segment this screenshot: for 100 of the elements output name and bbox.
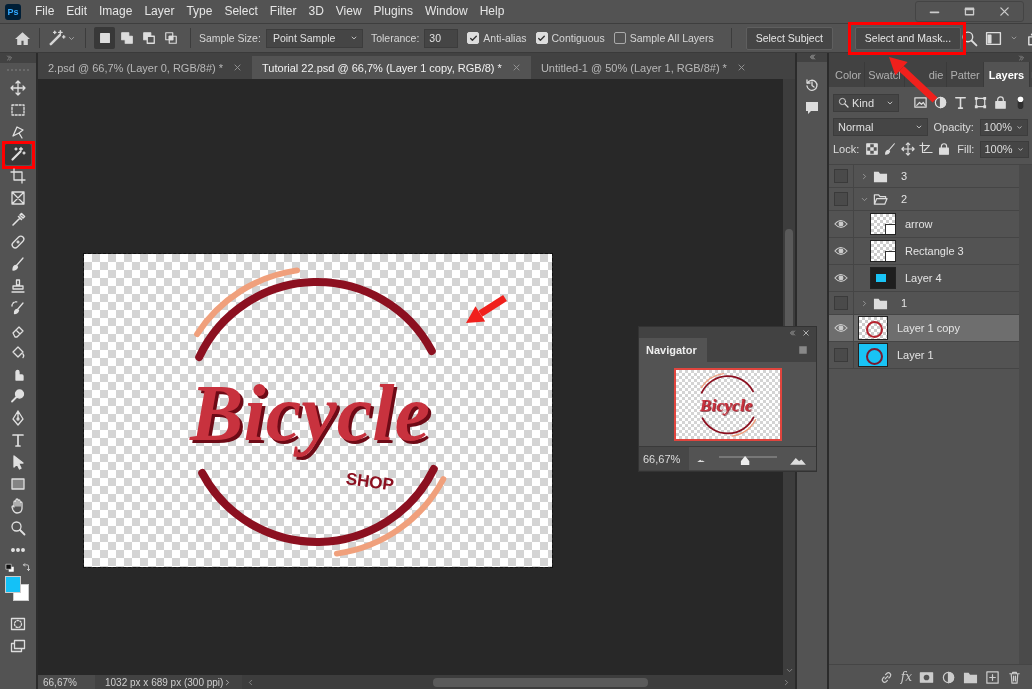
menu-item[interactable]: Layer bbox=[138, 0, 181, 23]
type-icon[interactable] bbox=[953, 95, 968, 110]
close-icon[interactable] bbox=[998, 5, 1011, 18]
magic-wand-icon bbox=[10, 146, 26, 162]
visibility-toggle[interactable] bbox=[834, 321, 848, 335]
action-button[interactable]: Select Subject bbox=[745, 26, 833, 50]
menu-item[interactable]: Help bbox=[473, 0, 511, 23]
brush-icon bbox=[10, 256, 26, 272]
trash-icon[interactable] bbox=[1007, 669, 1022, 685]
zoom-level: 66,67% bbox=[639, 447, 689, 470]
panel-tab[interactable]: Layers bbox=[983, 62, 1031, 87]
half-circle-icon[interactable] bbox=[933, 95, 948, 110]
panel-tab[interactable]: Color bbox=[832, 62, 866, 87]
expand-toggle[interactable] bbox=[860, 171, 869, 181]
document-tab[interactable]: Tutorial 22.psd @ 66,7% (Layer 1 copy, RGB/8) * bbox=[252, 56, 531, 79]
layer-row[interactable]: Layer 4 bbox=[829, 265, 1019, 292]
visibility-toggle[interactable] bbox=[834, 244, 848, 258]
menu-item[interactable]: Image bbox=[93, 0, 139, 23]
layer-name: arrow bbox=[905, 218, 933, 230]
checkbox-label: Contiguous bbox=[551, 32, 605, 44]
layer-row[interactable]: Layer 1 copy bbox=[829, 315, 1019, 342]
home-icon[interactable] bbox=[14, 29, 31, 47]
screen-mode-icon[interactable] bbox=[10, 638, 26, 654]
half-circle-icon[interactable] bbox=[941, 669, 956, 685]
close-icon[interactable] bbox=[233, 63, 243, 72]
layer-row[interactable]: Layer 1 bbox=[829, 342, 1019, 369]
panel-tab[interactable]: Patter bbox=[947, 62, 984, 87]
visibility-toggle[interactable] bbox=[834, 271, 848, 285]
menu-item[interactable]: File bbox=[29, 0, 61, 23]
menu-icon[interactable] bbox=[797, 344, 809, 356]
menu-item[interactable]: View bbox=[329, 0, 368, 23]
visibility-toggle[interactable] bbox=[834, 169, 848, 183]
maximize-icon[interactable] bbox=[963, 5, 976, 18]
checkbox[interactable] bbox=[613, 32, 626, 44]
layer-row[interactable]: 2 bbox=[829, 188, 1019, 211]
scroll-down-icon[interactable] bbox=[784, 666, 794, 675]
visibility-toggle[interactable] bbox=[834, 348, 848, 362]
sample-size-dropdown[interactable]: Point Sample bbox=[265, 28, 363, 48]
eye-icon bbox=[834, 217, 848, 231]
shape-icon[interactable] bbox=[973, 95, 988, 110]
visibility-toggle[interactable] bbox=[834, 192, 848, 206]
checkerboard-icon[interactable] bbox=[865, 142, 880, 156]
slider-thumb[interactable] bbox=[740, 456, 750, 465]
chevron-right-icon bbox=[860, 171, 869, 181]
hand-icon bbox=[10, 498, 26, 514]
marquee-icon bbox=[10, 102, 26, 118]
panel-tab-label[interactable]: die bbox=[928, 68, 944, 81]
effects-button[interactable]: fx bbox=[900, 670, 912, 684]
menu-item[interactable]: Plugins bbox=[367, 0, 419, 23]
menu-item[interactable]: 3D bbox=[302, 0, 330, 23]
comment-icon[interactable] bbox=[804, 100, 820, 116]
fill-field[interactable]: 100% bbox=[980, 140, 1029, 158]
layer-row[interactable]: arrow bbox=[829, 211, 1019, 238]
magic-wand-icon[interactable] bbox=[48, 29, 66, 47]
layer-name: Layer 1 copy bbox=[897, 322, 960, 334]
field-label: Fill: bbox=[957, 143, 975, 155]
quick-mask-icon[interactable] bbox=[10, 616, 26, 632]
document-tab[interactable]: Untitled-1 @ 50% (Layer 1, RGB/8#) * bbox=[530, 56, 756, 79]
image-icon[interactable] bbox=[913, 95, 928, 110]
close-icon[interactable] bbox=[511, 63, 521, 72]
menu-item[interactable]: Window bbox=[418, 0, 474, 23]
menu-item[interactable]: Filter bbox=[263, 0, 303, 23]
menu-item[interactable]: Select bbox=[218, 0, 264, 23]
close-icon[interactable] bbox=[802, 328, 810, 337]
default-colors-icon[interactable] bbox=[5, 563, 15, 573]
search-icon bbox=[838, 97, 849, 108]
new-layer-icon[interactable] bbox=[985, 669, 1000, 685]
expand-toggle[interactable] bbox=[860, 298, 869, 308]
visibility-toggle[interactable] bbox=[834, 217, 848, 231]
type-icon bbox=[10, 432, 26, 448]
menu-item[interactable]: Edit bbox=[60, 0, 94, 23]
annotation-arrow bbox=[466, 295, 507, 323]
action-button[interactable]: Select and Mask... bbox=[854, 26, 962, 50]
zoom-icon bbox=[10, 520, 26, 536]
document-tab[interactable]: 2.psd @ 66,7% (Layer 0, RGB/8#) * bbox=[38, 56, 253, 79]
crop-icon[interactable] bbox=[919, 142, 934, 156]
move-icon[interactable] bbox=[901, 142, 916, 156]
lasso-icon bbox=[10, 124, 26, 140]
mask-icon[interactable] bbox=[919, 669, 934, 685]
visibility-toggle[interactable] bbox=[834, 296, 848, 310]
close-icon[interactable] bbox=[736, 63, 746, 72]
brush-icon[interactable] bbox=[883, 142, 898, 156]
layer-row[interactable]: 3 bbox=[829, 165, 1019, 188]
layer-row[interactable]: Rectangle 3 bbox=[829, 238, 1019, 265]
selection-mode-button[interactable] bbox=[94, 27, 115, 49]
opacity-field[interactable]: 100% bbox=[979, 118, 1028, 136]
lock-icon[interactable] bbox=[937, 142, 952, 156]
check-icon bbox=[537, 33, 546, 43]
move-icon bbox=[10, 80, 26, 96]
search-icon[interactable] bbox=[961, 29, 979, 47]
menu-item[interactable]: Type bbox=[180, 0, 219, 23]
workspace-icon[interactable] bbox=[985, 29, 1003, 47]
lock-icon[interactable] bbox=[993, 95, 1008, 110]
scroll-right-icon[interactable] bbox=[782, 677, 791, 687]
swap-icon[interactable] bbox=[21, 563, 31, 573]
tolerance-field[interactable]: 30 bbox=[424, 28, 459, 48]
panel-tab[interactable]: Navigator bbox=[639, 338, 707, 362]
filter-dropdown[interactable]: Kind bbox=[833, 93, 899, 112]
blend-mode-dropdown[interactable]: Normal bbox=[833, 118, 928, 136]
history-icon[interactable] bbox=[804, 77, 820, 93]
